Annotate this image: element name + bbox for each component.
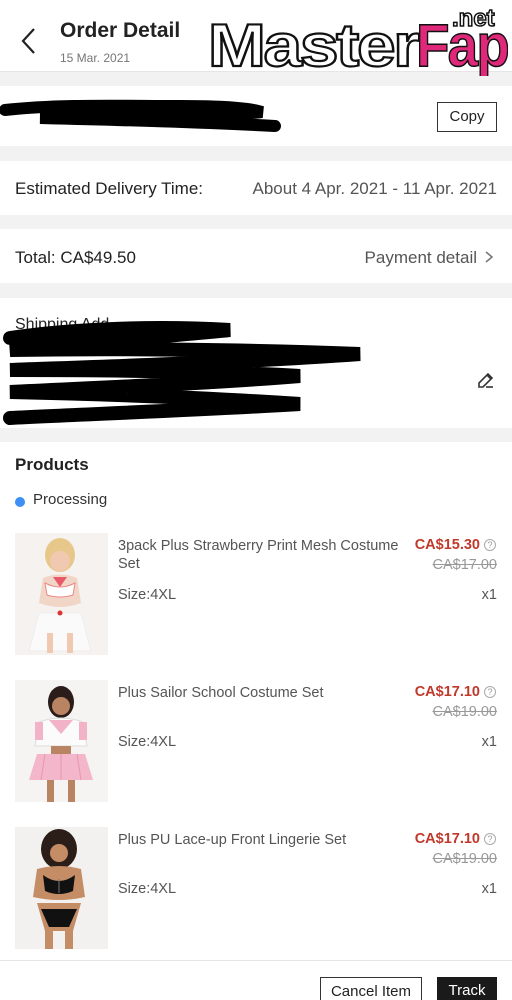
bottom-action-bar: Cancel Item Track — [0, 960, 512, 1000]
product-quantity: x1 — [481, 587, 497, 603]
edit-icon[interactable] — [476, 370, 496, 390]
product-original-price: CA$19.00 — [432, 851, 498, 867]
product-price: CA$17.10 — [414, 831, 480, 847]
chevron-right-icon — [485, 251, 494, 263]
total-row: Total: CA$49.50 Payment detail — [0, 229, 512, 283]
products-card: Products Processing 3pack Plus Strawberr… — [0, 442, 512, 960]
product-name: Plus PU Lace-up Front Lingerie Set — [118, 832, 347, 848]
order-number-row: Copy — [0, 86, 512, 146]
product-size: Size:4XL — [118, 881, 177, 897]
status-badge: Processing — [33, 491, 108, 508]
status-dot — [15, 497, 25, 507]
product-price: CA$15.30 — [414, 537, 480, 553]
redaction-scribble — [3, 321, 361, 425]
product-name: Plus Sailor School Costume Set — [118, 685, 324, 701]
product-size: Size:4XL — [118, 587, 177, 603]
delivery-row: Estimated Delivery Time: About 4 Apr. 20… — [0, 161, 512, 215]
products-title: Products — [15, 455, 89, 474]
product-name: 3pack Plus Strawberry Print Mesh Costume… — [118, 538, 399, 572]
delivery-label: Estimated Delivery Time: — [15, 179, 203, 198]
payment-detail-link[interactable]: Payment detail — [365, 248, 477, 268]
product-original-price: CA$17.00 — [432, 557, 498, 573]
header-bar: Order Detail 15 Mar. 2021 Master Fap .ne… — [0, 0, 512, 76]
order-detail-page: Order Detail 15 Mar. 2021 Master Fap .ne… — [0, 0, 512, 1000]
copy-button[interactable]: Copy — [437, 102, 497, 132]
product-image[interactable] — [15, 680, 108, 802]
product-item[interactable]: Plus Sailor School Costume Set CA$17.10 … — [0, 680, 512, 806]
shipping-address-card: Shipping Add — [0, 298, 512, 428]
product-size: Size:4XL — [118, 734, 177, 750]
product-quantity: x1 — [481, 734, 497, 750]
product-quantity: x1 — [481, 881, 497, 897]
product-item[interactable]: Plus PU Lace-up Front Lingerie Set CA$17… — [0, 827, 512, 953]
help-icon[interactable]: ? — [484, 686, 496, 698]
watermark-logo: Master Fap .net — [208, 4, 508, 76]
total-label: Total: CA$49.50 — [15, 248, 136, 267]
track-button[interactable]: Track — [437, 977, 497, 1000]
redaction-scribble — [0, 99, 281, 132]
product-image[interactable] — [15, 827, 108, 949]
product-image[interactable] — [15, 533, 108, 655]
delivery-value: About 4 Apr. 2021 - 11 Apr. 2021 — [252, 179, 498, 198]
product-item[interactable]: 3pack Plus Strawberry Print Mesh Costume… — [0, 533, 512, 659]
svg-text:Master: Master — [208, 12, 420, 76]
page-title: Order Detail — [60, 19, 181, 42]
cancel-item-button[interactable]: Cancel Item — [320, 977, 422, 1000]
back-button[interactable] — [14, 24, 44, 58]
help-icon[interactable]: ? — [484, 833, 496, 845]
chevron-left-icon — [21, 28, 35, 54]
product-price: CA$17.10 — [414, 684, 480, 700]
order-date: 15 Mar. 2021 — [60, 51, 131, 65]
product-original-price: CA$19.00 — [432, 704, 498, 720]
svg-text:.net: .net — [452, 5, 495, 32]
help-icon[interactable]: ? — [484, 539, 496, 551]
